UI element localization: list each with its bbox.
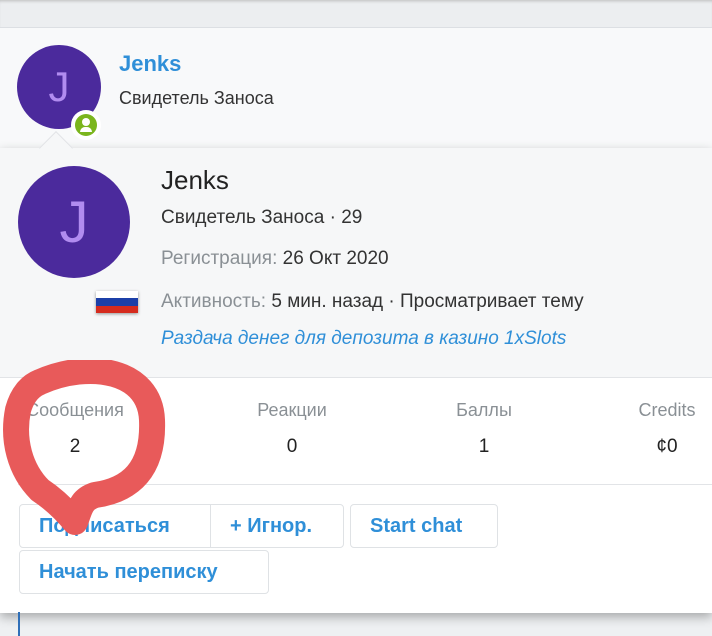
- username-link[interactable]: Jenks: [119, 51, 181, 77]
- start-conversation-button[interactable]: Начать переписку: [19, 550, 269, 594]
- stat-messages: Сообщения 2: [26, 400, 124, 457]
- current-thread-link[interactable]: Раздача денег для депозита в казино 1xSl…: [161, 328, 566, 350]
- member-avatar[interactable]: J: [18, 166, 130, 278]
- online-status-icon: [71, 110, 101, 140]
- stat-points: Баллы 1: [456, 400, 512, 457]
- member-name[interactable]: Jenks: [161, 165, 229, 196]
- post-border: [18, 612, 20, 636]
- user-title: Свидетель Заноса: [119, 88, 274, 108]
- divider: [18, 484, 712, 485]
- post-user-card: [0, 28, 712, 158]
- stat-credits: Credits ¢0: [638, 400, 696, 457]
- activity-info: Активность: 5 мин. назад · Просматривает…: [161, 291, 584, 312]
- member-title: Свидетель Заноса · 29: [161, 207, 363, 228]
- ignore-button[interactable]: + Игнор.: [210, 504, 344, 548]
- follow-button[interactable]: Подписаться: [19, 504, 211, 548]
- stat-reactions: Реакции 0: [257, 400, 327, 457]
- start-chat-button[interactable]: Start chat: [350, 504, 498, 548]
- registration-info: Регистрация: 26 Окт 2020: [161, 248, 389, 269]
- russia-flag-icon: [96, 291, 138, 314]
- member-tooltip: J Jenks Свидетель Заноса · 29 Регистраци…: [0, 131, 712, 613]
- top-bar: [0, 0, 712, 28]
